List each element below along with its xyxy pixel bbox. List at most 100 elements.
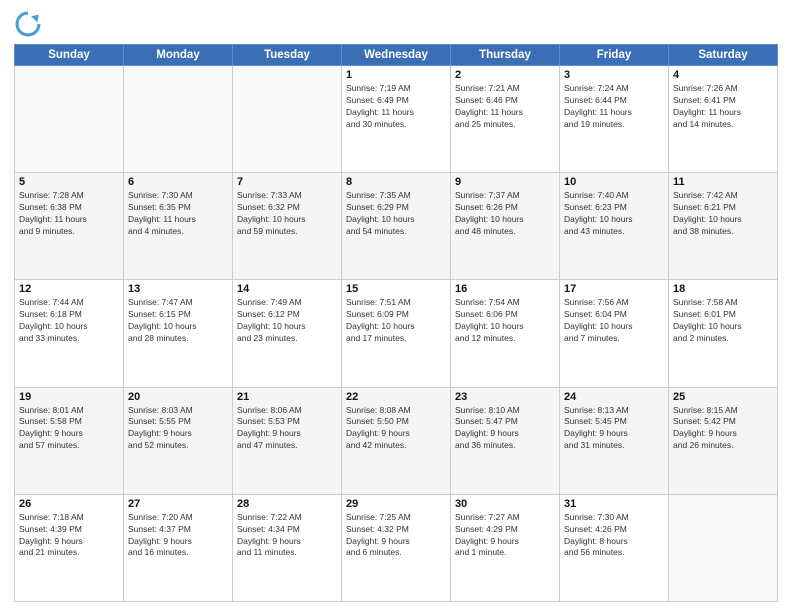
day-info: Sunrise: 7:27 AM Sunset: 4:29 PM Dayligh… [455, 512, 555, 560]
week-row-1: 5 Sunrise: 7:28 AM Sunset: 6:38 PM Daylig… [15, 173, 778, 280]
calendar-cell: 27 Sunrise: 7:20 AM Sunset: 4:37 PM Dayli… [124, 494, 233, 601]
page: SundayMondayTuesdayWednesdayThursdayFrid… [0, 0, 792, 612]
calendar-cell: 23 Sunrise: 8:10 AM Sunset: 5:47 PM Dayli… [451, 387, 560, 494]
day-info: Sunrise: 7:47 AM Sunset: 6:15 PM Dayligh… [128, 297, 228, 345]
day-info: Sunrise: 7:19 AM Sunset: 6:49 PM Dayligh… [346, 83, 446, 131]
day-number: 25 [673, 391, 773, 403]
calendar-cell: 7 Sunrise: 7:33 AM Sunset: 6:32 PM Daylig… [233, 173, 342, 280]
header-day-thursday: Thursday [451, 45, 560, 66]
day-info: Sunrise: 7:26 AM Sunset: 6:41 PM Dayligh… [673, 83, 773, 131]
day-info: Sunrise: 7:35 AM Sunset: 6:29 PM Dayligh… [346, 190, 446, 238]
header-row: SundayMondayTuesdayWednesdayThursdayFrid… [15, 45, 778, 66]
calendar-cell: 22Sunrise: 8:08 AM Sunset: 5:50 PM Dayli… [342, 387, 451, 494]
header-day-sunday: Sunday [15, 45, 124, 66]
calendar-cell: 25 Sunrise: 8:15 AM Sunset: 5:42 PM Dayli… [669, 387, 778, 494]
day-info: Sunrise: 8:15 AM Sunset: 5:42 PM Dayligh… [673, 405, 773, 453]
day-number: 5 [19, 176, 119, 188]
day-info: Sunrise: 7:42 AM Sunset: 6:21 PM Dayligh… [673, 190, 773, 238]
day-number: 28 [237, 498, 337, 510]
calendar-cell: 26 Sunrise: 7:18 AM Sunset: 4:39 PM Dayli… [15, 494, 124, 601]
day-number: 26 [19, 498, 119, 510]
day-number: 11 [673, 176, 773, 188]
day-number: 14 [237, 283, 337, 295]
calendar-cell: 5 Sunrise: 7:28 AM Sunset: 6:38 PM Daylig… [15, 173, 124, 280]
header-day-wednesday: Wednesday [342, 45, 451, 66]
day-info: Sunrise: 7:33 AM Sunset: 6:32 PM Dayligh… [237, 190, 337, 238]
day-number: 7 [237, 176, 337, 188]
calendar-cell: 24 Sunrise: 8:13 AM Sunset: 5:45 PM Dayli… [560, 387, 669, 494]
day-number: 17 [564, 283, 664, 295]
day-info: Sunrise: 7:25 AM Sunset: 4:32 PM Dayligh… [346, 512, 446, 560]
day-info: Sunrise: 7:40 AM Sunset: 6:23 PM Dayligh… [564, 190, 664, 238]
day-number: 3 [564, 69, 664, 81]
calendar-cell: 3Sunrise: 7:24 AM Sunset: 6:44 PM Daylig… [560, 66, 669, 173]
calendar-body: 1 Sunrise: 7:19 AM Sunset: 6:49 PM Daylig… [15, 66, 778, 602]
calendar-cell: 30 Sunrise: 7:27 AM Sunset: 4:29 PM Dayli… [451, 494, 560, 601]
calendar-cell: 10 Sunrise: 7:40 AM Sunset: 6:23 PM Dayli… [560, 173, 669, 280]
day-number: 12 [19, 283, 119, 295]
day-info: Sunrise: 7:21 AM Sunset: 6:46 PM Dayligh… [455, 83, 555, 131]
day-info: Sunrise: 7:44 AM Sunset: 6:18 PM Dayligh… [19, 297, 119, 345]
day-info: Sunrise: 7:51 AM Sunset: 6:09 PM Dayligh… [346, 297, 446, 345]
header-day-friday: Friday [560, 45, 669, 66]
day-number: 9 [455, 176, 555, 188]
calendar-cell [124, 66, 233, 173]
calendar-cell: 9 Sunrise: 7:37 AM Sunset: 6:26 PM Daylig… [451, 173, 560, 280]
calendar-cell: 15 Sunrise: 7:51 AM Sunset: 6:09 PM Dayli… [342, 280, 451, 387]
day-number: 27 [128, 498, 228, 510]
calendar-cell: 19 Sunrise: 8:01 AM Sunset: 5:58 PM Dayli… [15, 387, 124, 494]
day-number: 18 [673, 283, 773, 295]
day-number: 1 [346, 69, 446, 81]
calendar-cell: 12 Sunrise: 7:44 AM Sunset: 6:18 PM Dayli… [15, 280, 124, 387]
week-row-2: 12 Sunrise: 7:44 AM Sunset: 6:18 PM Dayli… [15, 280, 778, 387]
day-info: Sunrise: 8:01 AM Sunset: 5:58 PM Dayligh… [19, 405, 119, 453]
day-number: 19 [19, 391, 119, 403]
day-info: Sunrise: 7:54 AM Sunset: 6:06 PM Dayligh… [455, 297, 555, 345]
logo [14, 10, 46, 38]
day-number: 10 [564, 176, 664, 188]
header-day-saturday: Saturday [669, 45, 778, 66]
day-number: 13 [128, 283, 228, 295]
week-row-4: 26 Sunrise: 7:18 AM Sunset: 4:39 PM Dayli… [15, 494, 778, 601]
day-info: Sunrise: 7:58 AM Sunset: 6:01 PM Dayligh… [673, 297, 773, 345]
day-number: 24 [564, 391, 664, 403]
header-day-tuesday: Tuesday [233, 45, 342, 66]
week-row-3: 19 Sunrise: 8:01 AM Sunset: 5:58 PM Dayli… [15, 387, 778, 494]
day-info: Sunrise: 7:22 AM Sunset: 4:34 PM Dayligh… [237, 512, 337, 560]
calendar-cell: 28 Sunrise: 7:22 AM Sunset: 4:34 PM Dayli… [233, 494, 342, 601]
calendar-cell: 29 Sunrise: 7:25 AM Sunset: 4:32 PM Dayli… [342, 494, 451, 601]
day-info: Sunrise: 7:37 AM Sunset: 6:26 PM Dayligh… [455, 190, 555, 238]
calendar-cell: 2Sunrise: 7:21 AM Sunset: 6:46 PM Daylig… [451, 66, 560, 173]
header [14, 10, 778, 38]
calendar-cell: 14Sunrise: 7:49 AM Sunset: 6:12 PM Dayli… [233, 280, 342, 387]
calendar-cell: 6Sunrise: 7:30 AM Sunset: 6:35 PM Daylig… [124, 173, 233, 280]
week-row-0: 1 Sunrise: 7:19 AM Sunset: 6:49 PM Daylig… [15, 66, 778, 173]
day-number: 6 [128, 176, 228, 188]
calendar-cell: 1 Sunrise: 7:19 AM Sunset: 6:49 PM Daylig… [342, 66, 451, 173]
calendar-cell: 16 Sunrise: 7:54 AM Sunset: 6:06 PM Dayli… [451, 280, 560, 387]
day-number: 29 [346, 498, 446, 510]
day-info: Sunrise: 7:28 AM Sunset: 6:38 PM Dayligh… [19, 190, 119, 238]
calendar-cell: 11 Sunrise: 7:42 AM Sunset: 6:21 PM Dayli… [669, 173, 778, 280]
day-info: Sunrise: 7:56 AM Sunset: 6:04 PM Dayligh… [564, 297, 664, 345]
calendar-cell: 17 Sunrise: 7:56 AM Sunset: 6:04 PM Dayli… [560, 280, 669, 387]
day-info: Sunrise: 8:10 AM Sunset: 5:47 PM Dayligh… [455, 405, 555, 453]
day-info: Sunrise: 7:30 AM Sunset: 4:26 PM Dayligh… [564, 512, 664, 560]
day-number: 15 [346, 283, 446, 295]
calendar-cell: 4Sunrise: 7:26 AM Sunset: 6:41 PM Daylig… [669, 66, 778, 173]
day-info: Sunrise: 8:13 AM Sunset: 5:45 PM Dayligh… [564, 405, 664, 453]
day-number: 8 [346, 176, 446, 188]
day-number: 16 [455, 283, 555, 295]
calendar-cell: 31Sunrise: 7:30 AM Sunset: 4:26 PM Dayli… [560, 494, 669, 601]
day-info: Sunrise: 8:03 AM Sunset: 5:55 PM Dayligh… [128, 405, 228, 453]
calendar-cell: 8 Sunrise: 7:35 AM Sunset: 6:29 PM Daylig… [342, 173, 451, 280]
calendar-cell: 13 Sunrise: 7:47 AM Sunset: 6:15 PM Dayli… [124, 280, 233, 387]
calendar-cell [669, 494, 778, 601]
day-number: 23 [455, 391, 555, 403]
calendar-cell: 21Sunrise: 8:06 AM Sunset: 5:53 PM Dayli… [233, 387, 342, 494]
day-info: Sunrise: 7:18 AM Sunset: 4:39 PM Dayligh… [19, 512, 119, 560]
calendar-cell: 20Sunrise: 8:03 AM Sunset: 5:55 PM Dayli… [124, 387, 233, 494]
day-info: Sunrise: 7:20 AM Sunset: 4:37 PM Dayligh… [128, 512, 228, 560]
calendar-cell [15, 66, 124, 173]
day-number: 30 [455, 498, 555, 510]
